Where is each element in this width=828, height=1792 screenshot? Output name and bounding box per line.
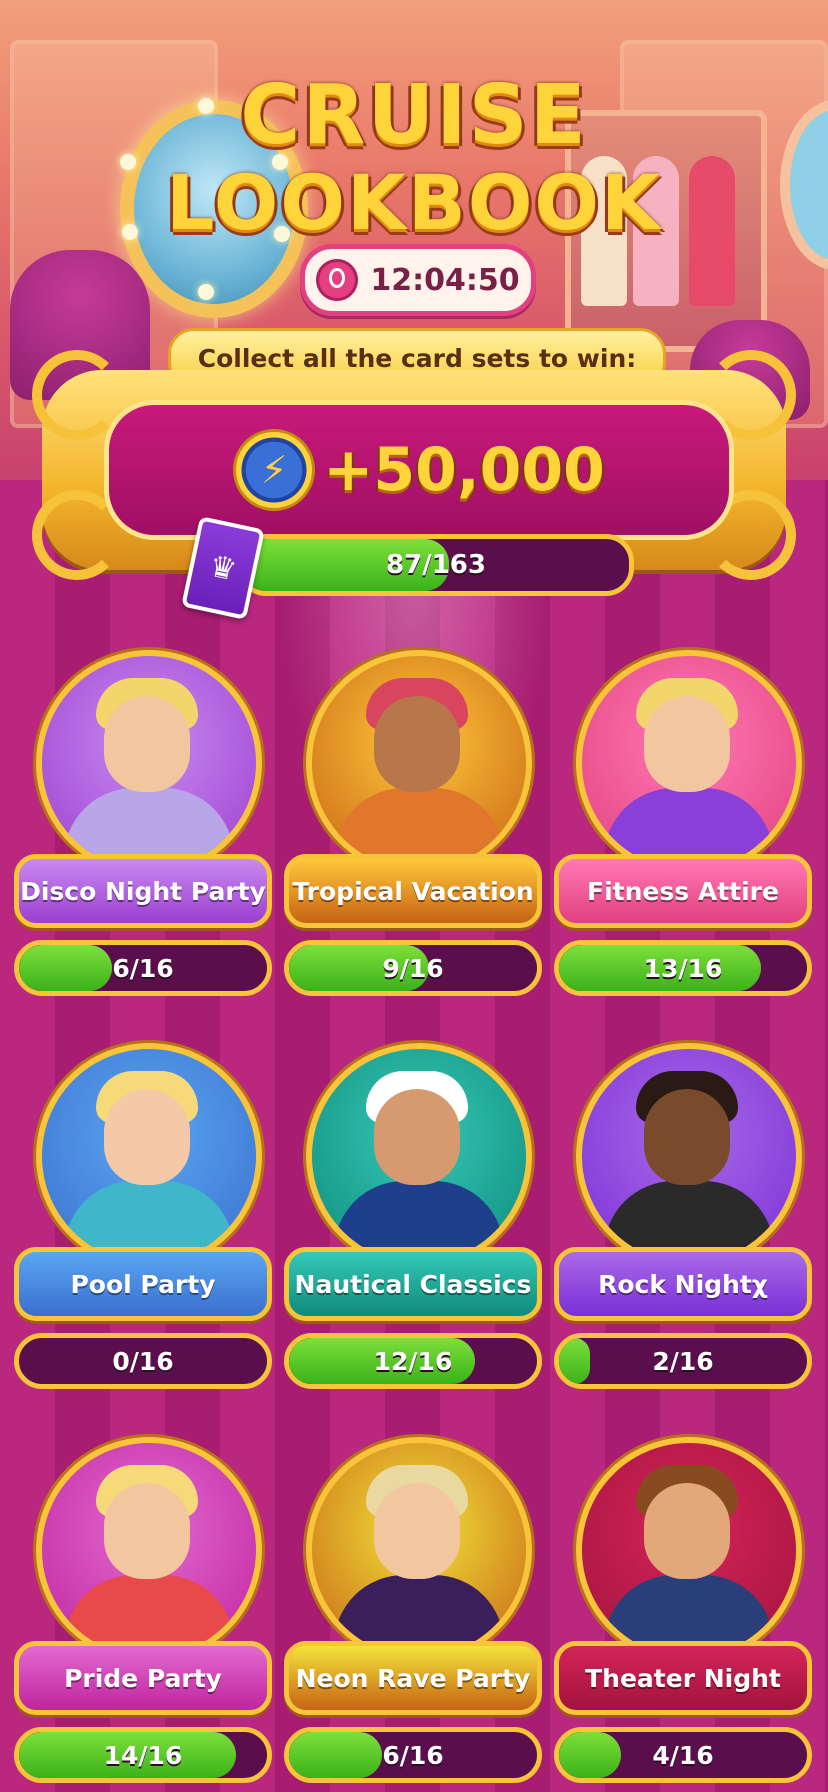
set-progress-bar: 6/16 bbox=[284, 1727, 542, 1783]
set-name[interactable]: Fitness Attire bbox=[554, 854, 812, 928]
total-progress-bar: 87/163 bbox=[238, 534, 634, 596]
card-set[interactable]: Neon Rave Party 6/16 bbox=[284, 1437, 542, 1783]
set-progress-text: 13/16 bbox=[643, 953, 723, 983]
set-avatar[interactable] bbox=[36, 1437, 262, 1663]
lightning-coin-icon: ⚡ bbox=[233, 429, 316, 511]
set-progress-text: 14/16 bbox=[103, 1740, 183, 1770]
reward-plaque[interactable]: ⚡ +50,000 bbox=[104, 400, 734, 540]
reward-amount: +50,000 bbox=[323, 435, 605, 505]
avatar-face bbox=[104, 1483, 190, 1579]
set-avatar[interactable] bbox=[576, 1437, 802, 1663]
set-progress-bar: 4/16 bbox=[554, 1727, 812, 1783]
set-avatar[interactable] bbox=[306, 650, 532, 876]
set-progress-text: 4/16 bbox=[652, 1740, 714, 1770]
card-set[interactable]: Rock Nightχ 2/16 bbox=[554, 1043, 812, 1389]
timer-text: 12:04:50 bbox=[370, 262, 520, 298]
avatar-face bbox=[104, 1089, 190, 1185]
set-progress-bar: 2/16 bbox=[554, 1333, 812, 1389]
avatar-face bbox=[374, 696, 460, 792]
card-set[interactable]: Pool Party 0/16 bbox=[14, 1043, 272, 1389]
avatar-face bbox=[644, 1089, 730, 1185]
card-set[interactable]: Tropical Vacation 9/16 bbox=[284, 650, 542, 996]
set-name[interactable]: Disco Night Party bbox=[14, 854, 272, 928]
avatar-face bbox=[104, 696, 190, 792]
card-set[interactable]: Nautical Classics 12/16 bbox=[284, 1043, 542, 1389]
set-avatar[interactable] bbox=[576, 650, 802, 876]
set-progress-text: 6/16 bbox=[382, 1740, 444, 1770]
card-set[interactable]: Fitness Attire 13/16 bbox=[554, 650, 812, 996]
set-name[interactable]: Nautical Classics bbox=[284, 1247, 542, 1321]
clock-icon bbox=[316, 259, 359, 301]
event-title-line1: CRUISE bbox=[240, 68, 588, 163]
set-progress-bar: 13/16 bbox=[554, 940, 812, 996]
set-progress-text: 0/16 bbox=[112, 1346, 174, 1376]
set-progress-bar: 9/16 bbox=[284, 940, 542, 996]
set-avatar[interactable] bbox=[576, 1043, 802, 1269]
card-set[interactable]: Theater Night 4/16 bbox=[554, 1437, 812, 1783]
set-progress-bar: 6/16 bbox=[14, 940, 272, 996]
set-name[interactable]: Rock Nightχ bbox=[554, 1247, 812, 1321]
set-name[interactable]: Pride Party bbox=[14, 1641, 272, 1715]
total-progress-text: 87/163 bbox=[386, 550, 486, 580]
card-set[interactable]: Pride Party 14/16 bbox=[14, 1437, 272, 1783]
set-name[interactable]: Neon Rave Party bbox=[284, 1641, 542, 1715]
set-progress-text: 2/16 bbox=[652, 1346, 714, 1376]
set-name[interactable]: Pool Party bbox=[14, 1247, 272, 1321]
set-progress-bar: 14/16 bbox=[14, 1727, 272, 1783]
set-name[interactable]: Theater Night bbox=[554, 1641, 812, 1715]
avatar-face bbox=[374, 1089, 460, 1185]
set-avatar[interactable] bbox=[306, 1043, 532, 1269]
set-name[interactable]: Tropical Vacation bbox=[284, 854, 542, 928]
set-avatar[interactable] bbox=[306, 1437, 532, 1663]
set-avatar[interactable] bbox=[36, 650, 262, 876]
set-progress-text: 12/16 bbox=[373, 1346, 453, 1376]
card-set[interactable]: Disco Night Party 6/16 bbox=[14, 650, 272, 996]
avatar-face bbox=[374, 1483, 460, 1579]
event-timer: 12:04:50 bbox=[300, 244, 536, 316]
set-avatar[interactable] bbox=[36, 1043, 262, 1269]
avatar-face bbox=[644, 696, 730, 792]
set-progress-bar: 0/16 bbox=[14, 1333, 272, 1389]
event-title-line2: LOOKBOOK bbox=[166, 158, 662, 247]
set-progress-bar: 12/16 bbox=[284, 1333, 542, 1389]
avatar-face bbox=[644, 1483, 730, 1579]
set-progress-text: 6/16 bbox=[112, 953, 174, 983]
set-progress-text: 9/16 bbox=[382, 953, 444, 983]
